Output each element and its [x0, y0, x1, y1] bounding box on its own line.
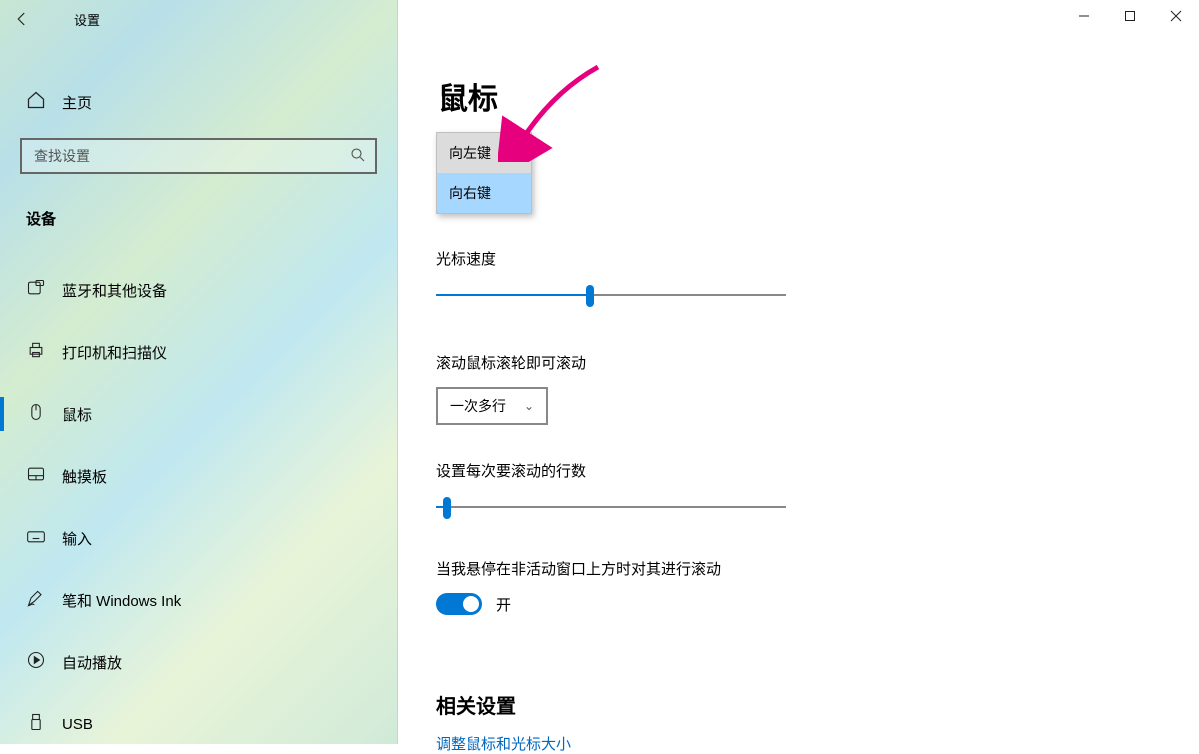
chevron-down-icon: ⌄ [524, 399, 534, 413]
hover-scroll-toggle[interactable] [436, 593, 482, 615]
scroll-mode-block: 滚动鼠标滚轮即可滚动 一次多行 ⌄ [436, 352, 586, 425]
sidebar-home-label: 主页 [62, 92, 92, 113]
cursor-speed-slider[interactable] [436, 283, 786, 307]
search-wrap [20, 138, 377, 174]
scroll-mode-value: 一次多行 [450, 396, 506, 416]
primary-button-dropdown[interactable]: 向左键 向右键 [436, 132, 532, 214]
hover-scroll-state: 开 [496, 594, 511, 615]
sidebar-item-label: 触摸板 [62, 466, 107, 487]
sidebar-item-printers[interactable]: 打印机和扫描仪 [0, 327, 397, 377]
cursor-speed-label: 光标速度 [436, 248, 786, 269]
scroll-mode-select[interactable]: 一次多行 ⌄ [436, 387, 548, 425]
window-title: 设置 [74, 10, 100, 29]
sidebar-item-pen[interactable]: 笔和 Windows Ink [0, 575, 397, 625]
search-icon [349, 146, 367, 169]
keyboard-icon [26, 526, 46, 550]
sidebar-item-label: 鼠标 [62, 404, 92, 425]
hover-scroll-block: 当我悬停在非活动窗口上方时对其进行滚动 开 [436, 558, 721, 615]
sidebar-item-label: 打印机和扫描仪 [62, 342, 167, 363]
sidebar-item-touchpad[interactable]: 触摸板 [0, 451, 397, 501]
titlebar: 设置 [0, 0, 397, 38]
usb-icon [26, 712, 46, 736]
minimize-button[interactable] [1061, 0, 1107, 32]
nav-list: 蓝牙和其他设备 打印机和扫描仪 鼠标 触摸板 输入 笔和 Windows Ink… [0, 265, 397, 749]
lines-per-scroll-block: 设置每次要滚动的行数 [436, 460, 786, 519]
sidebar-item-mouse[interactable]: 鼠标 [0, 389, 397, 439]
home-icon [26, 90, 46, 114]
sidebar-item-label: 笔和 Windows Ink [62, 590, 181, 611]
hover-scroll-label: 当我悬停在非活动窗口上方时对其进行滚动 [436, 558, 721, 579]
autoplay-icon [26, 650, 46, 674]
related-settings-block: 相关设置 调整鼠标和光标大小 [436, 690, 571, 754]
related-settings-title: 相关设置 [436, 690, 571, 719]
sidebar-home[interactable]: 主页 [0, 80, 397, 124]
sidebar-item-bluetooth[interactable]: 蓝牙和其他设备 [0, 265, 397, 315]
slider-thumb[interactable] [443, 497, 451, 519]
back-button[interactable] [0, 0, 44, 38]
sidebar-item-usb[interactable]: USB [0, 699, 397, 749]
sidebar-item-label: 自动播放 [62, 652, 122, 673]
sidebar: 设置 主页 设备 蓝牙和其他设备 打印机和扫描仪 鼠标 触摸板 [0, 0, 398, 744]
cursor-speed-block: 光标速度 [436, 248, 786, 307]
sidebar-item-label: USB [62, 716, 93, 733]
dropdown-option-left[interactable]: 向左键 [437, 133, 531, 173]
pen-icon [26, 588, 46, 612]
sidebar-item-label: 输入 [62, 528, 92, 549]
lines-per-scroll-label: 设置每次要滚动的行数 [436, 460, 786, 481]
bluetooth-icon [26, 278, 46, 302]
sidebar-item-typing[interactable]: 输入 [0, 513, 397, 563]
sidebar-section-label: 设备 [26, 208, 397, 229]
window-controls [1061, 0, 1199, 32]
close-button[interactable] [1153, 0, 1199, 32]
touchpad-icon [26, 464, 46, 488]
lines-per-scroll-slider[interactable] [436, 495, 786, 519]
dropdown-option-right[interactable]: 向右键 [437, 173, 531, 213]
scroll-mode-label: 滚动鼠标滚轮即可滚动 [436, 352, 586, 373]
printer-icon [26, 340, 46, 364]
search-input[interactable] [20, 138, 377, 174]
sidebar-item-label: 蓝牙和其他设备 [62, 280, 167, 301]
slider-thumb[interactable] [586, 285, 594, 307]
maximize-button[interactable] [1107, 0, 1153, 32]
page-title: 鼠标 [438, 74, 1159, 118]
sidebar-item-autoplay[interactable]: 自动播放 [0, 637, 397, 687]
mouse-icon [26, 402, 46, 426]
